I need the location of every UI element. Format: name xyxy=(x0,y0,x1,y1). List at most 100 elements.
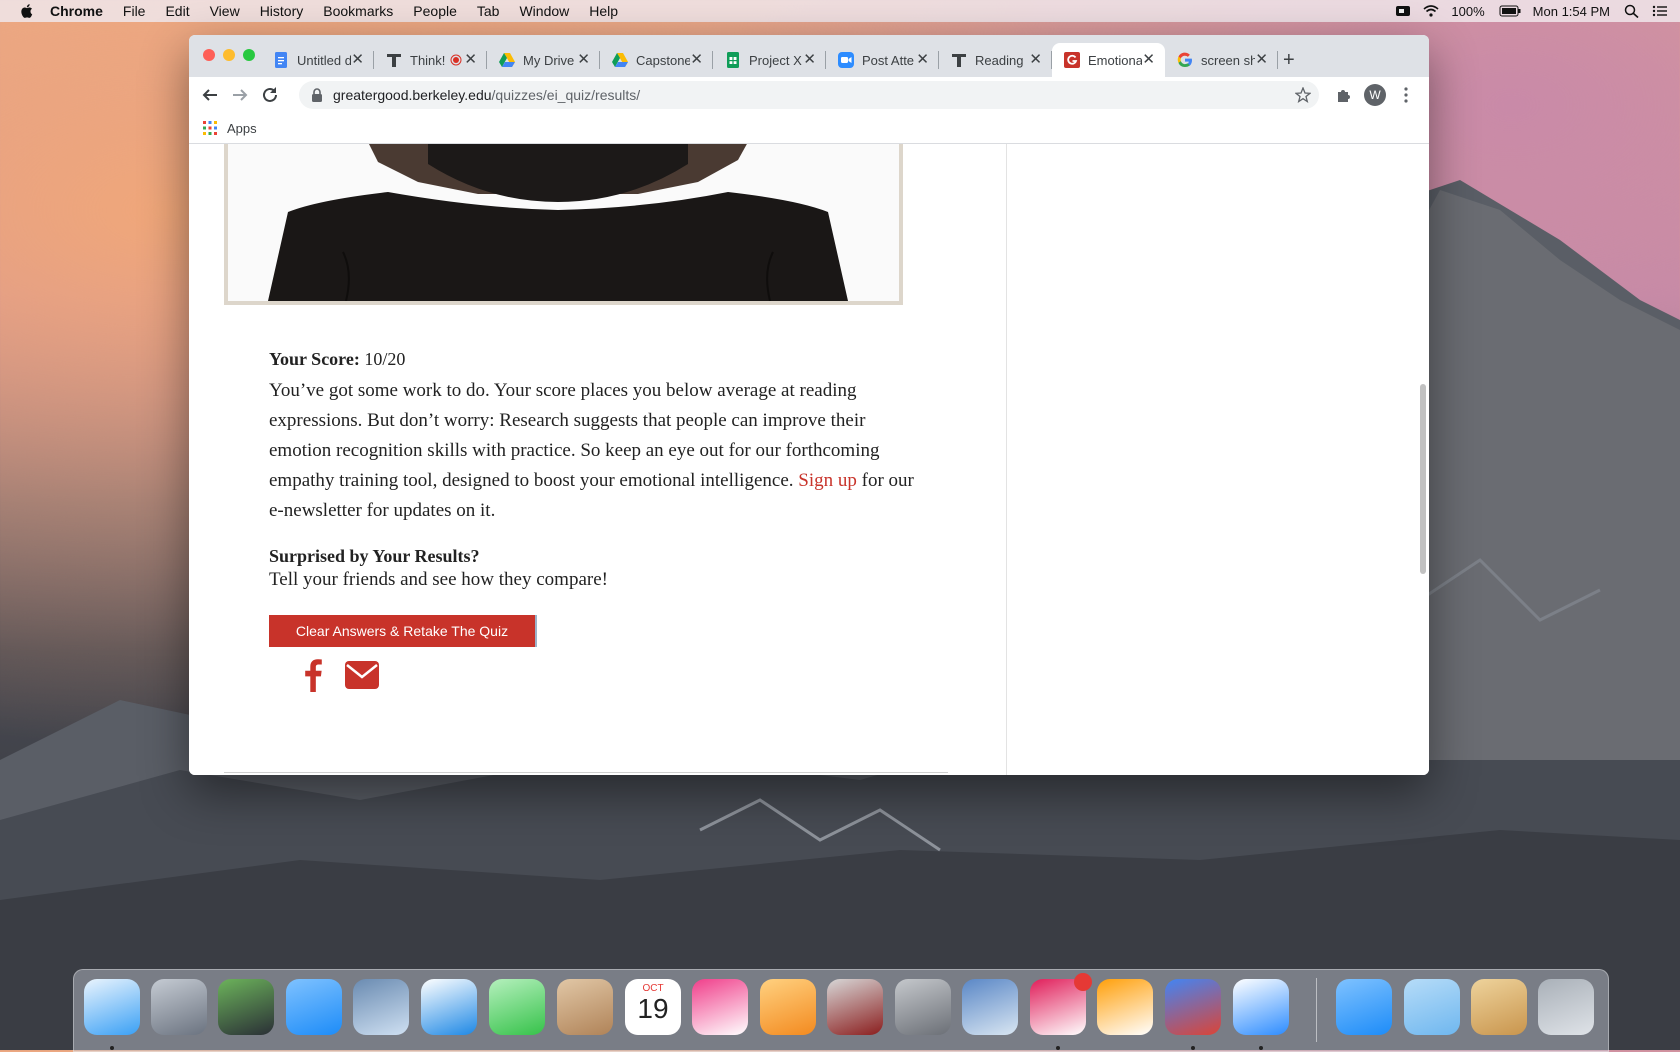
menu-tab[interactable]: Tab xyxy=(477,3,500,19)
slack-icon[interactable] xyxy=(1030,973,1092,1035)
tab-close-icon[interactable]: ✕ xyxy=(916,52,929,68)
tab-close-icon[interactable]: ✕ xyxy=(577,52,590,68)
facetime-icon[interactable] xyxy=(489,979,545,1035)
tab-close-icon[interactable]: ✕ xyxy=(351,52,364,68)
facebook-share-icon[interactable] xyxy=(302,658,324,692)
tab-emotional-intelligence[interactable]: Emotiona ✕ xyxy=(1052,43,1165,77)
url-path: /quizzes/ei_quiz/results/ xyxy=(491,87,641,103)
apps-bookmark[interactable]: Apps xyxy=(227,121,257,136)
safari-icon[interactable] xyxy=(421,979,477,1035)
more-menu-icon[interactable] xyxy=(1403,86,1409,104)
tab-close-icon[interactable]: ✕ xyxy=(1255,52,1268,68)
apps-grid-icon[interactable] xyxy=(203,121,217,135)
running-app-indicator xyxy=(110,1046,114,1050)
profile-avatar[interactable]: W xyxy=(1364,84,1386,106)
running-app-indicator xyxy=(1056,1046,1060,1050)
calendar-icon[interactable]: OCT 19 xyxy=(625,979,681,1035)
menu-view[interactable]: View xyxy=(210,3,240,19)
photo-booth-icon[interactable] xyxy=(827,979,883,1035)
menu-help[interactable]: Help xyxy=(589,3,618,19)
tab-label: Capstone xyxy=(636,52,690,68)
wifi-icon[interactable] xyxy=(1423,4,1439,18)
url-text[interactable]: greatergood.berkeley.edu/quizzes/ei_quiz… xyxy=(333,87,640,103)
address-bar[interactable]: greatergood.berkeley.edu/quizzes/ei_quiz… xyxy=(299,81,1319,109)
tab-label: Reading xyxy=(975,52,1024,68)
score-label: Your Score: xyxy=(269,349,360,369)
preview-icon[interactable] xyxy=(962,979,1018,1035)
thinkific-icon xyxy=(387,54,401,67)
menu-people[interactable]: People xyxy=(413,3,457,19)
retake-quiz-button[interactable]: Clear Answers & Retake The Quiz xyxy=(269,615,535,647)
tab-untitled-doc[interactable]: Untitled d ✕ xyxy=(261,43,374,77)
tab-close-icon[interactable]: ✕ xyxy=(464,52,477,68)
trash-icon[interactable] xyxy=(1538,979,1594,1035)
menu-window[interactable]: Window xyxy=(519,3,569,19)
reload-icon[interactable] xyxy=(261,86,279,104)
new-tab-button[interactable]: + xyxy=(1283,50,1295,70)
tab-label: Project X xyxy=(749,52,802,68)
app-store-icon[interactable] xyxy=(1336,979,1392,1035)
itunes-icon[interactable] xyxy=(692,979,748,1035)
lock-icon[interactable] xyxy=(311,88,323,102)
menu-clock[interactable]: Mon 1:54 PM xyxy=(1533,4,1610,19)
menu-bookmarks[interactable]: Bookmarks xyxy=(323,3,393,19)
apple-menu-icon[interactable] xyxy=(18,2,36,20)
tab-close-icon[interactable]: ✕ xyxy=(690,52,703,68)
tab-think[interactable]: Think! ✕ xyxy=(374,43,487,77)
signup-link[interactable]: Sign up xyxy=(798,470,857,491)
battery-icon[interactable] xyxy=(1499,4,1521,18)
tab-screen-shot[interactable]: screen sh ✕ xyxy=(1165,43,1278,77)
launchpad-icon[interactable] xyxy=(151,979,207,1035)
notification-center-icon[interactable] xyxy=(1652,4,1668,18)
chrome-icon[interactable] xyxy=(1165,979,1221,1035)
menu-app-name[interactable]: Chrome xyxy=(50,3,103,19)
zoom-icon xyxy=(838,52,854,68)
tab-capstone[interactable]: Capstone ✕ xyxy=(600,43,713,77)
quiz-results: Your Score: 10/20 You’ve got some work t… xyxy=(269,349,914,591)
menu-edit[interactable]: Edit xyxy=(165,3,189,19)
menu-file[interactable]: File xyxy=(123,3,146,19)
tab-close-icon[interactable]: ✕ xyxy=(1029,52,1042,68)
window-close-button[interactable] xyxy=(203,49,215,61)
photos-icon[interactable] xyxy=(1097,979,1153,1035)
forward-arrow-icon[interactable] xyxy=(231,86,249,104)
quiz-face-photo xyxy=(224,144,903,305)
tab-reading[interactable]: Reading ✕ xyxy=(939,43,1052,77)
tab-label: Emotiona xyxy=(1088,52,1142,68)
bookmark-star-icon[interactable] xyxy=(1295,87,1311,103)
result-description: You’ve got some work to do. Your score p… xyxy=(269,376,914,526)
bookmarks-bar: Apps xyxy=(189,113,1429,144)
contacts-icon[interactable] xyxy=(557,979,613,1035)
mail-icon[interactable] xyxy=(353,979,409,1035)
score-value: 10/20 xyxy=(364,349,406,369)
app-store-icon[interactable] xyxy=(286,979,342,1035)
tab-post-attendance[interactable]: Post Atte ✕ xyxy=(826,43,939,77)
person-photo-image xyxy=(228,144,899,301)
spotlight-search-icon[interactable] xyxy=(1624,4,1640,18)
result-text-main: You’ve got some work to do. Your score p… xyxy=(269,380,880,491)
running-app-indicator xyxy=(1191,1046,1195,1050)
tab-project-x[interactable]: Project X ✕ xyxy=(713,43,826,77)
menu-history[interactable]: History xyxy=(260,3,304,19)
zoom-status-icon[interactable] xyxy=(1395,4,1411,18)
google-drive-icon xyxy=(612,53,628,67)
finder-icon[interactable] xyxy=(84,979,140,1035)
calendar-day: 19 xyxy=(637,993,669,1024)
zoom-icon[interactable] xyxy=(1233,979,1289,1035)
downloads-folder-icon[interactable] xyxy=(1404,979,1460,1035)
installer-icon[interactable] xyxy=(1471,979,1527,1035)
back-arrow-icon[interactable] xyxy=(201,86,219,104)
tab-close-icon[interactable]: ✕ xyxy=(803,52,816,68)
tab-label: Think! xyxy=(410,52,446,68)
system-preferences-icon[interactable] xyxy=(895,979,951,1035)
window-zoom-button[interactable] xyxy=(243,49,255,61)
email-share-icon[interactable] xyxy=(344,660,380,690)
mission-control-icon[interactable] xyxy=(218,979,274,1035)
section-divider xyxy=(224,772,948,773)
extensions-puzzle-icon[interactable] xyxy=(1335,86,1353,104)
tab-close-icon[interactable]: ✕ xyxy=(1142,52,1155,68)
ibooks-icon[interactable] xyxy=(760,979,816,1035)
tab-my-drive[interactable]: My Drive ✕ xyxy=(487,43,600,77)
window-minimize-button[interactable] xyxy=(223,49,235,61)
page-scrollbar[interactable] xyxy=(1420,384,1426,574)
